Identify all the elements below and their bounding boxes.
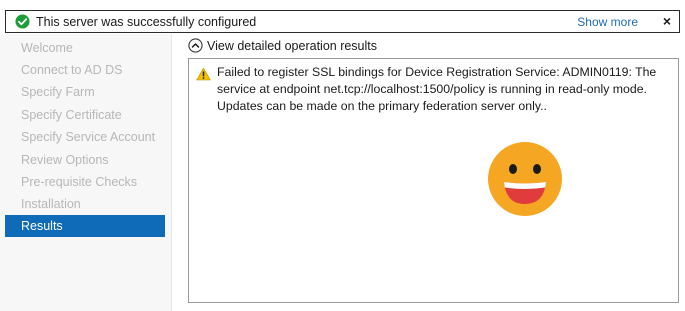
chevron-up-circle-icon: [188, 38, 203, 53]
nav-item-review-options[interactable]: Review Options: [5, 149, 165, 171]
nav-item-installation[interactable]: Installation: [5, 193, 165, 215]
nav-item-connect-to-ad-ds[interactable]: Connect to AD DS: [5, 59, 165, 81]
check-circle-icon: [15, 14, 30, 29]
grinning-face-emoji: [488, 142, 562, 216]
nav-item-welcome[interactable]: Welcome: [5, 37, 165, 59]
nav-item-prerequisite-checks[interactable]: Pre-requisite Checks: [5, 171, 165, 193]
success-banner: This server was successfully configured …: [5, 10, 680, 33]
detailed-results-toggle[interactable]: View detailed operation results: [188, 38, 377, 53]
toggle-label: View detailed operation results: [207, 38, 378, 53]
nav-item-specify-certificate[interactable]: Specify Certificate: [5, 104, 165, 126]
close-icon[interactable]: ×: [663, 13, 671, 29]
show-more-link[interactable]: Show more: [577, 15, 638, 29]
banner-message: This server was successfully configured: [36, 14, 257, 29]
nav-item-results[interactable]: Results: [5, 215, 165, 237]
wizard-sidebar: Welcome Connect to AD DS Specify Farm Sp…: [0, 34, 172, 311]
nav-item-specify-service-account[interactable]: Specify Service Account: [5, 126, 165, 148]
nav-item-specify-farm[interactable]: Specify Farm: [5, 81, 165, 103]
warning-triangle-icon: [196, 67, 211, 81]
operation-results-box: Failed to register SSL bindings for Devi…: [188, 58, 679, 303]
main-content: View detailed operation results Failed t…: [172, 34, 685, 311]
warning-message: Failed to register SSL bindings for Devi…: [217, 65, 657, 113]
